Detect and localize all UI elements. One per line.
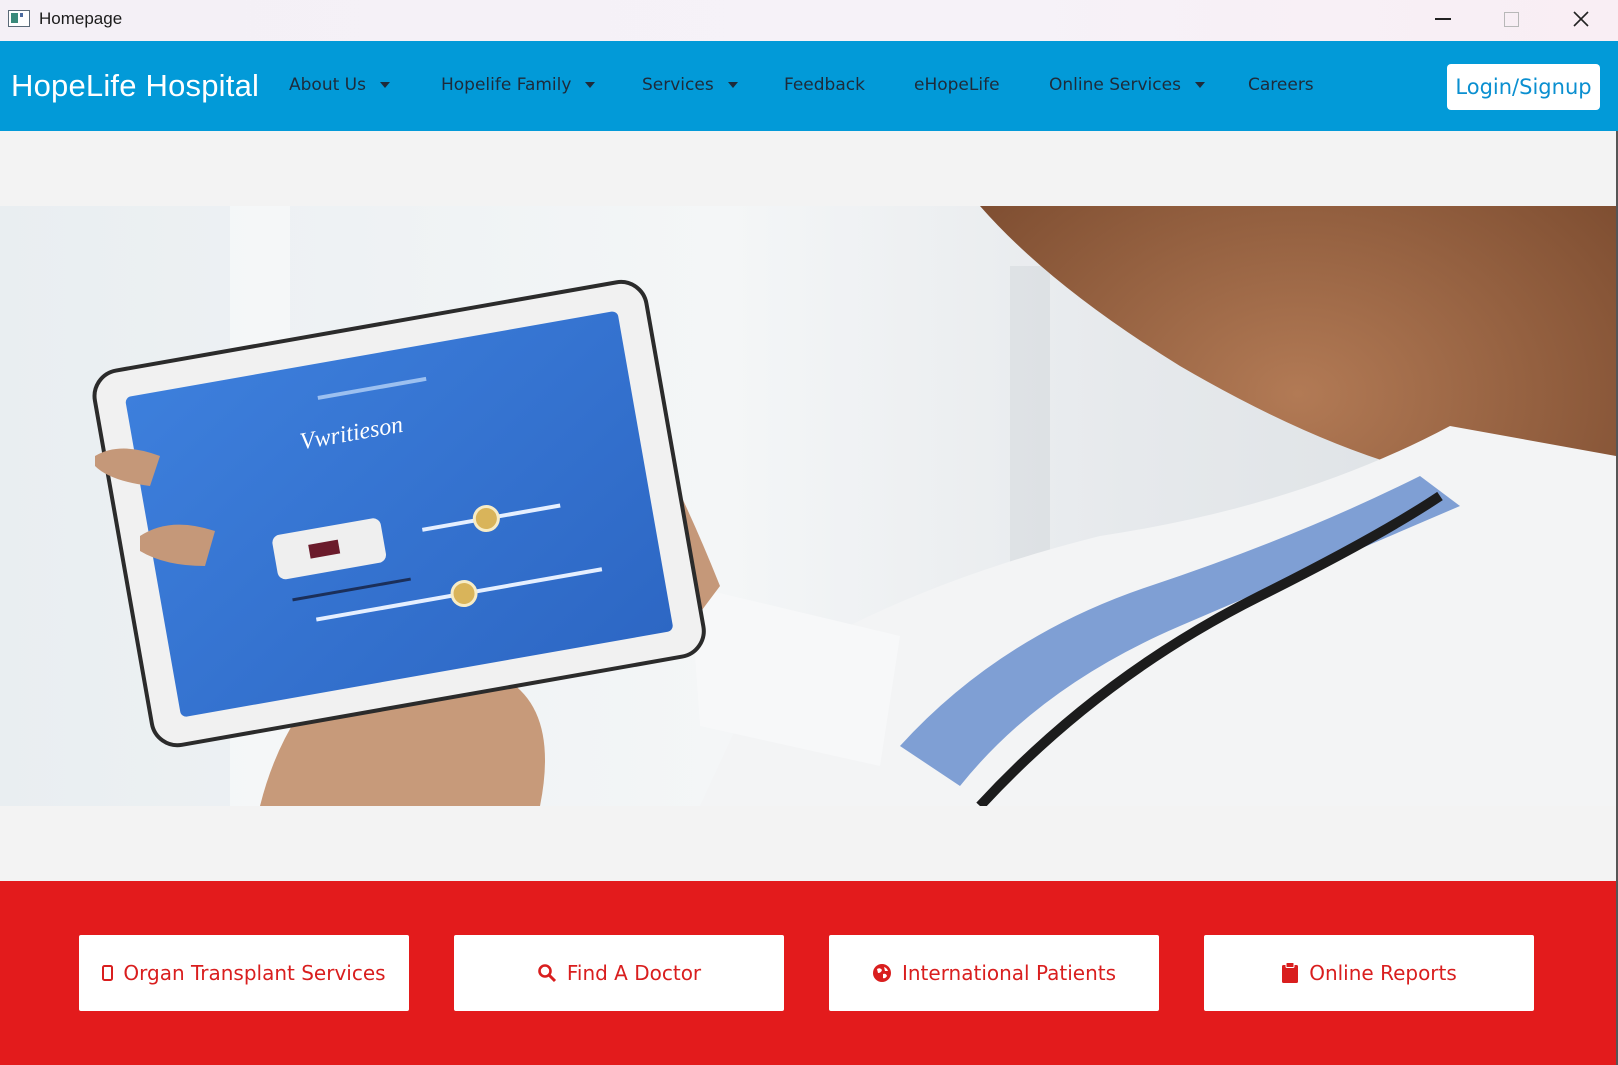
globe-icon <box>872 963 892 983</box>
chevron-down-icon <box>379 82 390 88</box>
chevron-down-icon <box>727 82 738 88</box>
find-a-doctor-button[interactable]: Find A Doctor <box>454 935 784 1011</box>
search-icon <box>537 963 557 983</box>
chevron-down-icon <box>1194 82 1205 88</box>
main-navbar: HopeLife Hospital About Us Hopelife Fami… <box>0 41 1618 131</box>
minimize-button[interactable] <box>1408 0 1478 38</box>
clipboard-icon <box>1281 962 1299 984</box>
nav-label: Hopelife Family <box>441 75 572 95</box>
nav-item-careers[interactable]: Careers <box>1248 75 1314 95</box>
nav-item-about-us[interactable]: About Us <box>289 75 390 95</box>
nav-label: Services <box>642 75 714 95</box>
nav-label: eHopeLife <box>914 75 1000 95</box>
nav-label: Careers <box>1248 75 1314 95</box>
nav-label: About Us <box>289 75 366 95</box>
nav-item-feedback[interactable]: Feedback <box>784 75 865 95</box>
login-signup-button[interactable]: Login/Signup <box>1447 64 1600 110</box>
quick-link-label: Online Reports <box>1309 961 1457 985</box>
quick-links-section: Organ Transplant Services Find A Doctor … <box>0 881 1616 1065</box>
organ-transplant-services-button[interactable]: Organ Transplant Services <box>79 935 409 1011</box>
nav-label: Feedback <box>784 75 865 95</box>
app-icon <box>8 10 30 27</box>
international-patients-button[interactable]: International Patients <box>829 935 1159 1011</box>
minimize-icon <box>1435 18 1451 20</box>
online-reports-button[interactable]: Online Reports <box>1204 935 1534 1011</box>
nav-label: Online Services <box>1049 75 1181 95</box>
brand-logo-text[interactable]: HopeLife Hospital <box>11 68 259 104</box>
hero-illustration: Vwritieson <box>0 206 1616 806</box>
nav-item-ehopelife[interactable]: eHopeLife <box>914 75 1000 95</box>
nav-item-online-services[interactable]: Online Services <box>1049 75 1205 95</box>
window-titlebar: Homepage <box>0 0 1618 41</box>
chevron-down-icon <box>585 82 596 88</box>
quick-link-label: Find A Doctor <box>566 961 702 985</box>
maximize-button[interactable] <box>1476 0 1546 38</box>
hero-banner-image: Vwritieson <box>0 206 1616 806</box>
close-button[interactable] <box>1546 0 1616 38</box>
close-icon <box>1573 11 1589 27</box>
mobile-icon <box>102 965 114 981</box>
quick-link-label: International Patients <box>901 961 1117 985</box>
window-title: Homepage <box>39 9 123 28</box>
nav-item-hopelife-family[interactable]: Hopelife Family <box>441 75 596 95</box>
maximize-icon <box>1503 11 1519 27</box>
quick-link-label: Organ Transplant Services <box>123 961 386 985</box>
nav-item-services[interactable]: Services <box>642 75 738 95</box>
